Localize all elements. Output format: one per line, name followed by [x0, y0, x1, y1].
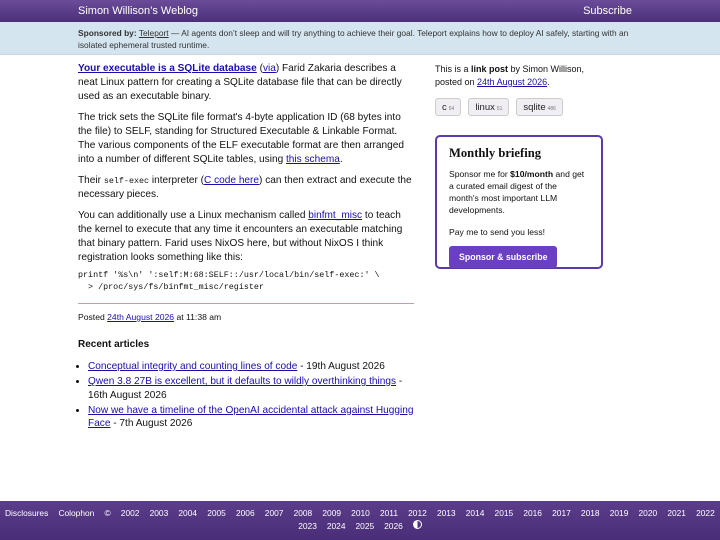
- c-code-link[interactable]: C code here: [204, 175, 259, 186]
- subscribe-link[interactable]: Subscribe: [583, 5, 632, 17]
- briefing-text-a: Sponsor me for: [449, 168, 511, 179]
- sponsor-link[interactable]: Teleport: [139, 28, 169, 38]
- site-header: Simon Willison’s Weblog Subscribe: [0, 0, 720, 22]
- disclosures-link[interactable]: Disclosures: [5, 507, 48, 520]
- year-link[interactable]: 2007: [265, 507, 284, 520]
- year-link[interactable]: 2015: [495, 507, 514, 520]
- year-link[interactable]: 2002: [121, 507, 140, 520]
- recent-article-date: - 19th August 2026: [297, 361, 385, 372]
- p4-start: You can additionally use a Linux mechani…: [78, 210, 309, 221]
- p3-mid: interpreter (: [149, 175, 205, 186]
- recent-articles-heading: Recent articles: [78, 339, 150, 350]
- post-title-link[interactable]: Your executable is a SQLite database: [78, 63, 257, 74]
- sponsor-subscribe-button[interactable]: Sponsor & subscribe: [449, 245, 558, 268]
- list-item: Qwen 3.8 27B is excellent, but it defaul…: [88, 375, 414, 402]
- meta-date-link[interactable]: 24th August 2026: [477, 77, 547, 87]
- year-link[interactable]: 2004: [178, 507, 197, 520]
- tag-count: 51: [496, 106, 503, 112]
- colophon-link[interactable]: Colophon: [58, 507, 94, 520]
- year-link[interactable]: 2023: [298, 520, 317, 533]
- year-link[interactable]: 2014: [466, 507, 485, 520]
- tag-count: 486: [547, 106, 556, 112]
- self-exec-code: self-exec: [103, 176, 150, 186]
- p2-text: The trick sets the SQLite file format's …: [78, 112, 404, 165]
- meta-text-a: This is a: [435, 64, 472, 74]
- tag-sqlite[interactable]: sqlite 486: [516, 98, 563, 116]
- year-link[interactable]: 2013: [437, 507, 456, 520]
- footer-row-2: 2023 2024 2025 2026: [0, 520, 720, 533]
- year-link[interactable]: 2022: [696, 507, 715, 520]
- briefing-price: $10/month: [510, 168, 554, 179]
- recent-article-link[interactable]: Conceptual integrity and counting lines …: [88, 361, 297, 372]
- year-link[interactable]: 2012: [408, 507, 427, 520]
- theme-toggle-icon[interactable]: [412, 520, 422, 529]
- year-link[interactable]: 2025: [356, 520, 375, 533]
- tag-list: c 54 linux 51 sqlite 486: [435, 98, 603, 116]
- paragraph-4: You can additionally use a Linux mechani…: [78, 209, 414, 265]
- tag-name: sqlite: [523, 102, 546, 113]
- site-title-link[interactable]: Simon Willison’s Weblog: [78, 5, 198, 17]
- year-link[interactable]: 2008: [294, 507, 313, 520]
- year-link[interactable]: 2019: [610, 507, 629, 520]
- year-link[interactable]: 2009: [322, 507, 341, 520]
- year-link[interactable]: 2018: [581, 507, 600, 520]
- year-link[interactable]: 2011: [380, 507, 398, 520]
- posted-label: Posted: [78, 312, 108, 322]
- code-block: printf '%s\n' ':self:M:68:SELF::/usr/loc…: [78, 270, 380, 292]
- paragraph-2: The trick sets the SQLite file format's …: [78, 111, 414, 167]
- year-link[interactable]: 2021: [667, 507, 686, 520]
- year-link[interactable]: 2010: [351, 507, 370, 520]
- p3-start: Their: [78, 175, 104, 186]
- posted-line: Posted 24th August 2026 at 11:38 am: [78, 310, 414, 324]
- tag-c[interactable]: c 54: [435, 98, 462, 116]
- recent-articles-list: Conceptual integrity and counting lines …: [78, 360, 414, 431]
- posted-date-link[interactable]: 24th August 2026: [107, 312, 174, 322]
- year-link[interactable]: 2020: [639, 507, 658, 520]
- via-link[interactable]: via: [263, 63, 276, 74]
- meta-text-d: .: [547, 76, 550, 87]
- year-link[interactable]: 2016: [523, 507, 542, 520]
- recent-article-date: - 7th August 2026: [110, 418, 193, 429]
- year-link[interactable]: 2006: [236, 507, 255, 520]
- briefing-description: Sponsor me for $10/month and get a curat…: [449, 168, 589, 216]
- year-link[interactable]: 2017: [552, 507, 571, 520]
- year-link[interactable]: 2003: [150, 507, 169, 520]
- list-item: Conceptual integrity and counting lines …: [88, 360, 414, 374]
- briefing-title: Monthly briefing: [449, 146, 542, 160]
- year-link[interactable]: 2005: [207, 507, 226, 520]
- site-footer: Disclosures Colophon © 2002 2003 2004 20…: [0, 501, 720, 540]
- tag-name: linux: [475, 102, 495, 113]
- sponsor-banner: Sponsored by: Teleport — AI agents don’t…: [0, 22, 720, 55]
- binfmt-link[interactable]: binfmt_misc: [308, 210, 362, 221]
- p2-end: .: [339, 154, 343, 165]
- year-link[interactable]: 2026: [384, 520, 403, 533]
- schema-link[interactable]: this schema: [286, 154, 340, 165]
- tag-count: 54: [448, 106, 455, 112]
- recent-article-link[interactable]: Qwen 3.8 27B is excellent, but it defaul…: [88, 376, 396, 387]
- sidebar: This is a link post by Simon Willison, p…: [435, 63, 603, 269]
- post-intro: Your executable is a SQLite database (vi…: [78, 62, 414, 104]
- divider: [78, 303, 414, 304]
- post-meta: This is a link post by Simon Willison, p…: [435, 63, 603, 88]
- footer-row-1: Disclosures Colophon © 2002 2003 2004 20…: [0, 507, 720, 520]
- tag-linux[interactable]: linux 51: [468, 98, 510, 116]
- list-item: Now we have a timeline of the OpenAI acc…: [88, 404, 414, 431]
- briefing-tagline: Pay me to send you less!: [449, 226, 546, 237]
- sponsor-label: Sponsored by:: [78, 28, 137, 38]
- posted-time: at 11:38 am: [174, 312, 222, 322]
- year-link[interactable]: 2024: [327, 520, 346, 533]
- monthly-briefing-box: Monthly briefing Sponsor me for $10/mont…: [435, 135, 603, 269]
- tag-name: c: [442, 102, 447, 113]
- meta-link-post: link post: [471, 64, 509, 74]
- main-content: Your executable is a SQLite database (vi…: [78, 62, 414, 432]
- copyright-symbol: ©: [104, 508, 111, 518]
- paragraph-3: Their self-exec interpreter (C code here…: [78, 174, 414, 202]
